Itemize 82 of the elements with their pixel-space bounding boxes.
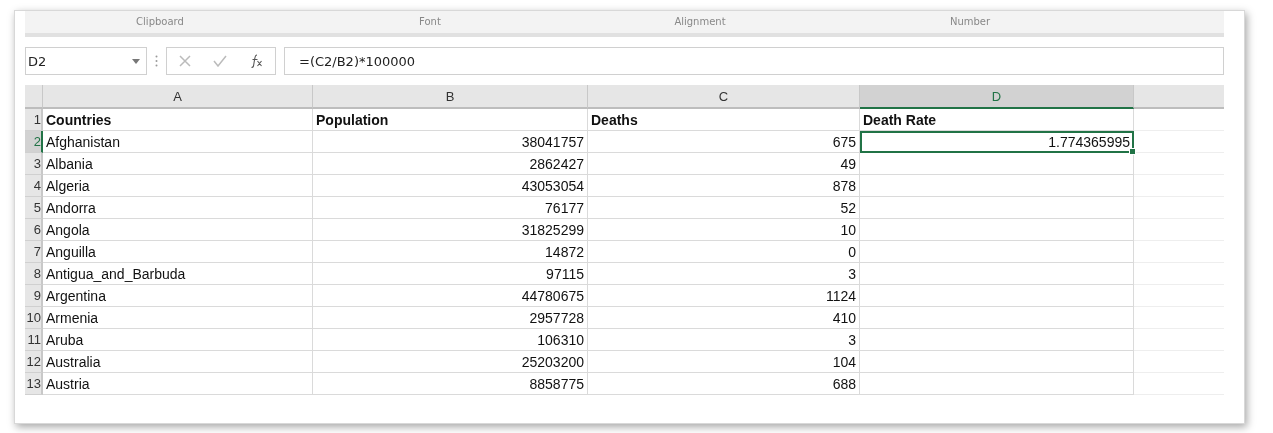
column-header[interactable]: A: [43, 85, 313, 109]
row-header[interactable]: 13: [25, 373, 43, 395]
ribbon-group-label: Number: [948, 16, 992, 28]
table-cell[interactable]: 675: [588, 131, 860, 153]
table-cell[interactable]: 8858775: [313, 373, 588, 395]
row-header[interactable]: 2: [25, 131, 43, 153]
name-box[interactable]: D2: [25, 47, 147, 75]
table-cell[interactable]: 2862427: [313, 153, 588, 175]
table-cell[interactable]: [860, 197, 1134, 219]
row-header[interactable]: 12: [25, 351, 43, 373]
row-header[interactable]: 5: [25, 197, 43, 219]
table-cell[interactable]: 104: [588, 351, 860, 373]
check-icon[interactable]: [213, 55, 227, 67]
table-cell[interactable]: 878: [588, 175, 860, 197]
table-cell[interactable]: [860, 153, 1134, 175]
function-icon[interactable]: [249, 54, 263, 68]
table-cell[interactable]: 10: [588, 219, 860, 241]
table-cell[interactable]: 3: [588, 263, 860, 285]
table-cell[interactable]: 31825299: [313, 219, 588, 241]
table-cell[interactable]: Death Rate: [860, 109, 1134, 131]
row-header[interactable]: 8: [25, 263, 43, 285]
table-cell[interactable]: 49: [588, 153, 860, 175]
row-header[interactable]: 7: [25, 241, 43, 263]
table-cell[interactable]: 38041757: [313, 131, 588, 153]
table-cell[interactable]: Antigua_and_Barbuda: [43, 263, 313, 285]
row-header[interactable]: 4: [25, 175, 43, 197]
table-cell[interactable]: Albania: [43, 153, 313, 175]
table-cell[interactable]: 0: [588, 241, 860, 263]
select-all-corner[interactable]: [25, 85, 43, 109]
table-cell[interactable]: [860, 329, 1134, 351]
row-header[interactable]: 6: [25, 219, 43, 241]
table-cell[interactable]: 3: [588, 329, 860, 351]
table-cell[interactable]: Population: [313, 109, 588, 131]
row-header[interactable]: 1: [25, 109, 43, 131]
column-header[interactable]: D: [860, 85, 1134, 109]
row-header[interactable]: 3: [25, 153, 43, 175]
table-cell[interactable]: Angola: [43, 219, 313, 241]
table-cell[interactable]: Armenia: [43, 307, 313, 329]
table-cell[interactable]: 1124: [588, 285, 860, 307]
column-header[interactable]: C: [588, 85, 860, 109]
column-header[interactable]: B: [313, 85, 588, 109]
table-cell[interactable]: Aruba: [43, 329, 313, 351]
table-cell[interactable]: Andorra: [43, 197, 313, 219]
table-cell[interactable]: 44780675: [313, 285, 588, 307]
table-cell[interactable]: Afghanistan: [43, 131, 313, 153]
table-cell[interactable]: 52: [588, 197, 860, 219]
selected-cell[interactable]: 1.774365995: [860, 131, 1134, 153]
table-cell[interactable]: [860, 307, 1134, 329]
table-cell[interactable]: 688: [588, 373, 860, 395]
table-cell[interactable]: Countries: [43, 109, 313, 131]
table-cell[interactable]: [860, 219, 1134, 241]
table-cell[interactable]: 14872: [313, 241, 588, 263]
table-cell[interactable]: 106310: [313, 329, 588, 351]
table-cell[interactable]: [860, 285, 1134, 307]
table-cell[interactable]: [860, 241, 1134, 263]
table-cell[interactable]: 76177: [313, 197, 588, 219]
table-cell[interactable]: Deaths: [588, 109, 860, 131]
table-cell[interactable]: Argentina: [43, 285, 313, 307]
table-cell[interactable]: 43053054: [313, 175, 588, 197]
caret-icon: [132, 58, 140, 64]
formula-field[interactable]: =(C2/B2)*100000: [284, 47, 1224, 75]
grip-icon: [155, 55, 158, 67]
fill-handle[interactable]: [1129, 148, 1136, 155]
table-cell[interactable]: Australia: [43, 351, 313, 373]
table-cell[interactable]: Algeria: [43, 175, 313, 197]
table-cell[interactable]: 410: [588, 307, 860, 329]
ribbon-group-label: Alignment: [673, 16, 727, 28]
row-header[interactable]: 11: [25, 329, 43, 351]
table-cell[interactable]: Austria: [43, 373, 313, 395]
cancel-icon[interactable]: [179, 55, 191, 67]
table-cell[interactable]: 25203200: [313, 351, 588, 373]
table-cell[interactable]: [860, 351, 1134, 373]
row-header[interactable]: 9: [25, 285, 43, 307]
ribbon-group-label: Font: [418, 16, 442, 28]
table-cell[interactable]: 97115: [313, 263, 588, 285]
table-cell[interactable]: 2957728: [313, 307, 588, 329]
table-cell[interactable]: [860, 373, 1134, 395]
table-cell[interactable]: [860, 263, 1134, 285]
table-cell[interactable]: Anguilla: [43, 241, 313, 263]
row-header[interactable]: 10: [25, 307, 43, 329]
table-cell[interactable]: [860, 175, 1134, 197]
ribbon-group-label: Clipboard: [135, 16, 185, 28]
